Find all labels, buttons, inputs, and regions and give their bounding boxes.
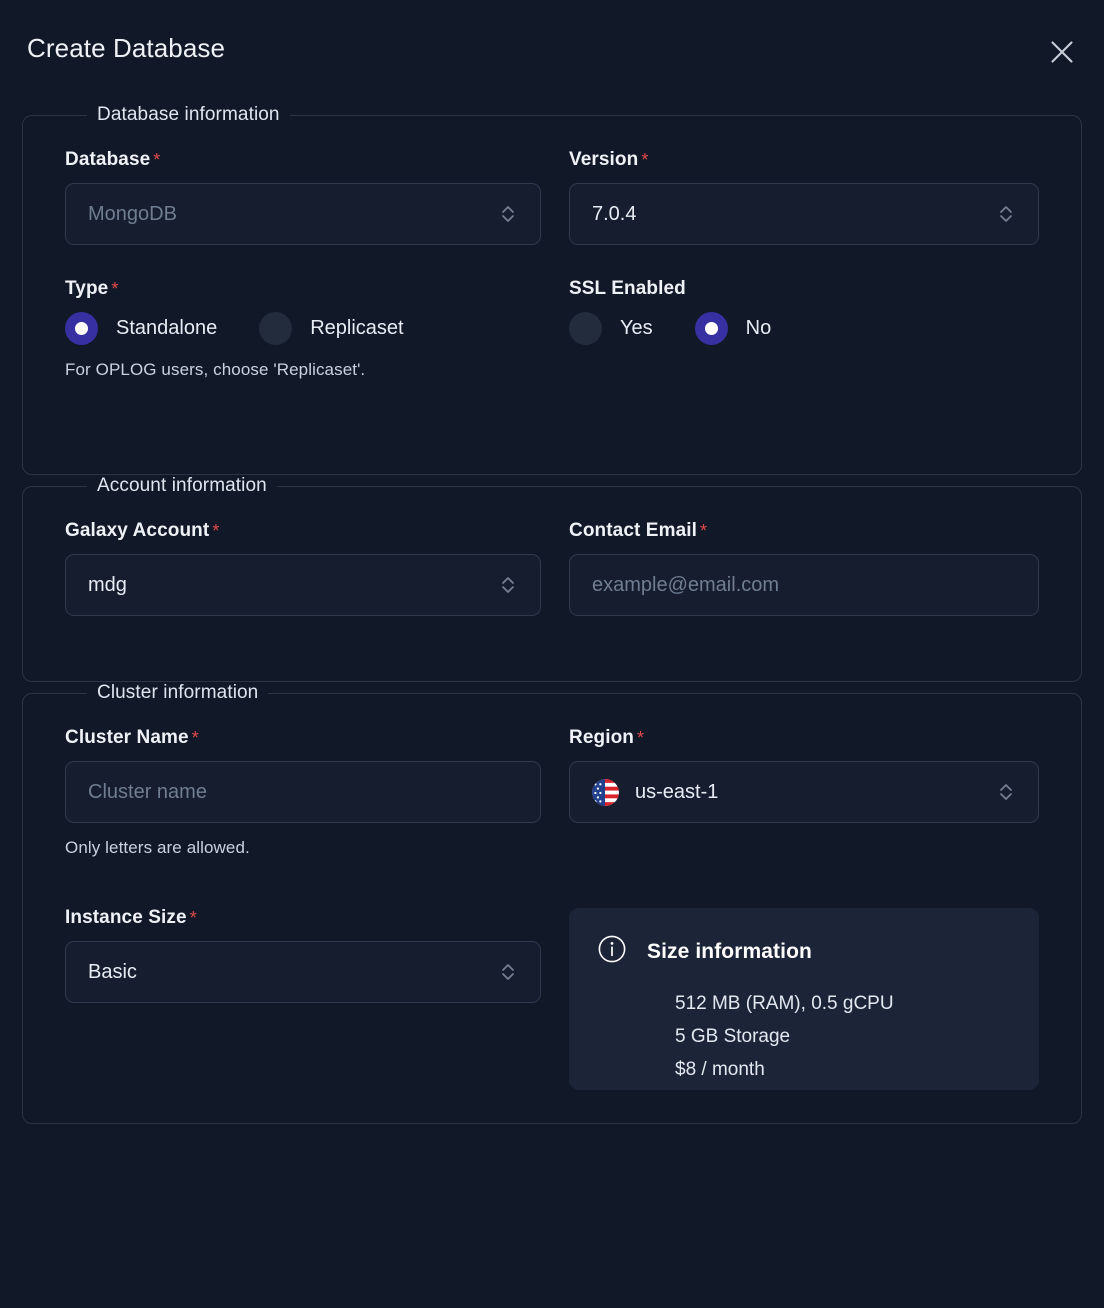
size-information-line-price: $8 / month [675,1059,765,1081]
type-radio-standalone-label: Standalone [116,317,218,339]
version-field: Version * 7.0.4 [569,150,1039,245]
database-select-value: MongoDB [88,202,177,225]
size-information-title: Size information [647,939,812,963]
chevron-updown-icon [498,959,518,985]
cluster-name-input: Cluster name [88,780,207,803]
cluster-name-hint: Only letters are allowed. [65,838,250,857]
region-select[interactable]: us-east-1 [569,761,1039,823]
ssl-enabled-field: SSL Enabled Yes No [569,279,1039,380]
chevron-updown-icon [498,572,518,598]
galaxy-account-label: Galaxy Account * [65,521,541,540]
region-select-value: us-east-1 [635,780,719,803]
galaxy-account-select-value: mdg [88,573,127,596]
page-title: Create Database [27,33,226,63]
ssl-radio-yes[interactable]: Yes [569,312,653,345]
type-radio-replicaset[interactable]: Replicaset [259,312,404,345]
region-label: Region * [569,728,1039,747]
database-label: Database * [65,150,541,169]
account-information-legend: Account information [97,475,267,496]
ssl-radio-no-label: No [745,317,772,339]
database-information-legend: Database information [97,104,280,125]
required-asterisk: * [700,521,708,541]
version-label: Version * [569,150,1039,169]
contact-email-input: example@email.com [592,573,780,596]
cluster-name-field: Cluster Name * Cluster name Only letters … [65,728,541,858]
radio-indicator [65,312,98,345]
required-asterisk: * [153,150,161,170]
cluster-information-legend: Cluster information [97,682,259,703]
type-radio-standalone[interactable]: Standalone [65,312,217,345]
chevron-updown-icon [498,201,518,227]
cluster-name-input-wrap[interactable]: Cluster name [65,761,541,823]
database-label-text: Database [65,149,151,170]
region-field: Region * us-east-1 [569,728,1039,858]
radio-indicator [569,312,602,345]
instance-size-label: Instance Size * [65,908,541,927]
contact-email-field: Contact Email * example@email.com [569,521,1039,616]
size-information-header: Size information [597,934,1011,969]
ssl-radio-group: Yes No [569,312,1039,345]
version-label-text: Version [569,149,639,170]
instance-size-select-value: Basic [88,960,137,983]
database-select[interactable]: MongoDB [65,183,541,245]
ssl-enabled-label: SSL Enabled [569,278,686,299]
contact-email-input-wrap[interactable]: example@email.com [569,554,1039,616]
type-radio-replicaset-label: Replicaset [310,317,404,339]
galaxy-account-select[interactable]: mdg [65,554,541,616]
instance-size-select[interactable]: Basic [65,941,541,1003]
size-information-line-storage: 5 GB Storage [675,1026,791,1048]
close-icon [1049,39,1075,65]
contact-email-label-text: Contact Email [569,520,697,541]
ssl-radio-no[interactable]: No [694,312,772,345]
type-field: Type * Standalone Replicaset For OPLOG us… [65,279,541,380]
chevron-updown-icon [996,201,1016,227]
required-asterisk: * [191,728,199,748]
chevron-updown-icon [996,779,1016,805]
create-database-modal: Create Database Database information Dat… [0,0,1104,1308]
required-asterisk: * [111,279,119,299]
type-radio-group: Standalone Replicaset [65,312,541,345]
instance-size-label-text: Instance Size [65,907,187,928]
region-label-text: Region [569,727,634,748]
type-hint: For OPLOG users, choose 'Replicaset'. [65,360,366,379]
contact-email-label: Contact Email * [569,521,1039,540]
required-asterisk: * [641,150,649,170]
cluster-name-label: Cluster Name * [65,728,541,747]
cluster-information-section: Cluster information Cluster Name * Cluste… [22,682,1082,1124]
modal-header: Create Database [0,0,1104,104]
version-select[interactable]: 7.0.4 [569,183,1039,245]
database-field: Database * MongoDB [65,150,541,245]
radio-indicator [259,312,293,345]
required-asterisk: * [189,908,197,928]
type-label: Type * [65,279,541,298]
cluster-name-label-text: Cluster Name [65,727,189,748]
required-asterisk: * [637,728,645,748]
close-button[interactable] [1040,30,1084,74]
info-circle-icon [597,934,627,969]
database-information-section: Database information Database* MongoDB [22,104,1082,475]
required-asterisk: * [212,521,220,541]
radio-indicator [694,312,728,345]
galaxy-account-label-text: Galaxy Account [65,520,210,541]
galaxy-account-field: Galaxy Account * mdg [65,521,541,616]
version-select-value: 7.0.4 [592,202,637,225]
us-flag-icon [592,778,619,806]
account-information-section: Account information Galaxy Account* mdg [22,475,1082,682]
type-label-text: Type [65,278,109,299]
size-information-card: Size information 512 MB (RAM), 0.5 gCPU … [569,908,1039,1090]
size-information-line-ram: 512 MB (RAM), 0.5 gCPU [675,993,894,1014]
instance-size-field: Instance Size * Basic [65,908,541,1090]
ssl-radio-yes-label: Yes [620,317,653,339]
